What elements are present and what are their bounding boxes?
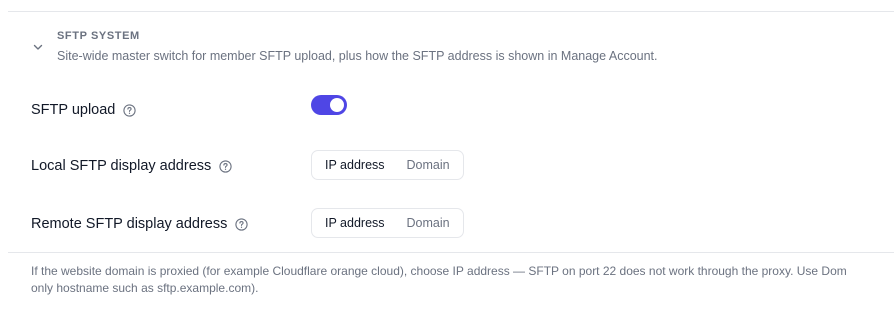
setting-label-text: Remote SFTP display address [31, 216, 228, 232]
remote-display-segmented-control: IP address Domain [311, 208, 464, 238]
local-display-option-domain[interactable]: Domain [396, 153, 461, 177]
setting-label-remote-display: Remote SFTP display address [31, 216, 249, 232]
section-title: SFTP SYSTEM [57, 30, 140, 42]
footnote-line: only hostname such as sftp.example.com). [31, 281, 259, 295]
section-header: SFTP SYSTEM Site-wide master switch for … [0, 24, 894, 74]
sftp-settings-panel: SFTP SYSTEM Site-wide master switch for … [0, 0, 894, 316]
help-circle-icon[interactable] [123, 103, 137, 117]
remote-display-option-ip[interactable]: IP address [314, 211, 396, 235]
remote-display-option-domain[interactable]: Domain [396, 211, 461, 235]
setting-row-remote-display: Remote SFTP display address IP address D… [0, 208, 894, 240]
help-circle-icon[interactable] [219, 159, 232, 173]
setting-row-local-display: Local SFTP display address IP address Do… [0, 150, 894, 182]
footnote: If the website domain is proxied (for ex… [31, 263, 894, 297]
footnote-line: If the website domain is proxied (for ex… [31, 264, 847, 278]
setting-label-text: Local SFTP display address [31, 158, 212, 174]
section-description: Site-wide master switch for member SFTP … [57, 49, 658, 63]
chevron-down-icon[interactable] [31, 40, 45, 54]
setting-row-sftp-upload: SFTP upload [0, 94, 894, 126]
local-display-option-ip[interactable]: IP address [314, 153, 396, 177]
help-circle-icon[interactable] [235, 217, 249, 231]
setting-label-local-display: Local SFTP display address [31, 158, 232, 174]
setting-label-text: SFTP upload [31, 102, 116, 118]
toggle-knob [330, 98, 344, 112]
top-divider [8, 11, 894, 12]
bottom-divider [8, 252, 894, 253]
local-display-segmented-control: IP address Domain [311, 150, 464, 180]
sftp-upload-toggle[interactable] [311, 95, 347, 115]
setting-label-sftp-upload: SFTP upload [31, 102, 137, 118]
